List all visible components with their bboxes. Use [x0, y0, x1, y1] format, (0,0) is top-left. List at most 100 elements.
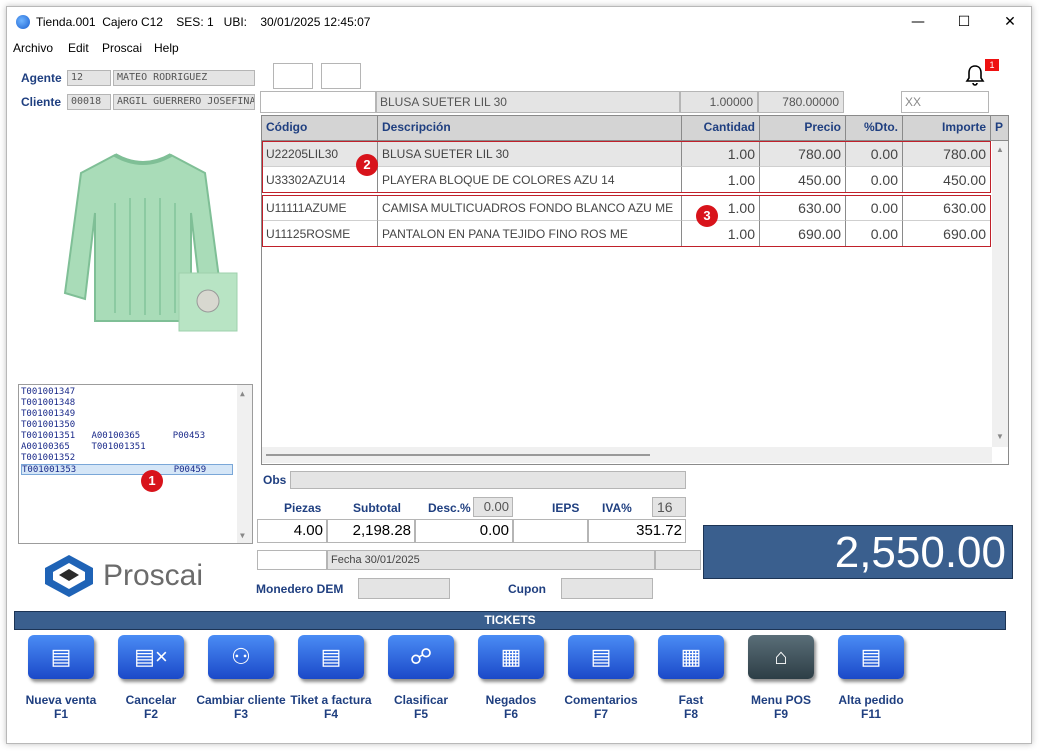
ieps-label: IEPS — [552, 501, 580, 515]
annotation-badge-2: 2 — [356, 154, 378, 176]
hscroll-thumb[interactable] — [266, 454, 650, 456]
comentarios-button[interactable]: ▤ Comentarios F7 — [558, 633, 644, 725]
fast-icon: ▦ — [658, 635, 724, 679]
list-item[interactable]: T001001348 — [21, 398, 75, 409]
monedero-label: Monedero DEM — [256, 582, 344, 596]
menu-bar: Archivo Edit Proscai Help — [7, 37, 1031, 57]
listbox-scrollbar[interactable]: ▲ ▼ — [237, 385, 252, 543]
annotation-outline-3 — [262, 195, 991, 247]
grid-icon: ▦ — [478, 635, 544, 679]
piezas-label: Piezas — [284, 501, 322, 515]
menu-proscai[interactable]: Proscai — [102, 41, 142, 55]
classify-icon: ☍ — [388, 635, 454, 679]
minimize-button[interactable]: — — [895, 7, 941, 37]
list-item[interactable]: T001001349 — [21, 409, 75, 420]
annotation-badge-3: 3 — [696, 205, 718, 227]
new-order-icon: ▤ — [838, 635, 904, 679]
list-item[interactable]: T001001351 A00100365 P00453 — [21, 431, 205, 442]
title-bar: Tienda.001 Cajero C12 SES: 1 UBI: 30/01/… — [7, 7, 1031, 37]
scroll-down-icon[interactable]: ▼ — [996, 432, 1004, 441]
subtotal-label: Subtotal — [353, 501, 401, 515]
bell-icon[interactable] — [963, 63, 987, 87]
pos-window: Tienda.001 Cajero C12 SES: 1 UBI: 30/01/… — [6, 6, 1032, 744]
fkey-label: Clasificar — [393, 693, 449, 707]
grid-hscrollbar[interactable] — [262, 447, 992, 463]
entry-quantity[interactable]: 1.00000 — [680, 91, 758, 113]
cancel-icon: ▤× — [118, 635, 184, 679]
scroll-down-icon[interactable]: ▼ — [240, 531, 245, 540]
comments-icon: ▤ — [568, 635, 634, 679]
desc-pct-field[interactable]: 0.00 — [473, 497, 513, 517]
alta-pedido-button[interactable]: ▤ Alta pedido F11 — [828, 633, 914, 725]
fkey-key: F9 — [773, 707, 788, 721]
fkey-key: F2 — [143, 707, 158, 721]
negados-button[interactable]: ▦ Negados F6 — [468, 633, 554, 725]
cupon-field[interactable] — [561, 578, 653, 599]
scroll-up-icon[interactable]: ▲ — [240, 389, 245, 398]
fast-button[interactable]: ▦ Fast F8 — [648, 633, 734, 725]
fkey-label: Nueva venta — [25, 693, 97, 707]
cliente-code-field[interactable]: 00018 — [67, 94, 111, 110]
cambiar-cliente-button[interactable]: ⚇ Cambiar cliente F3 — [196, 633, 286, 725]
fkey-label: Tiket a factura — [290, 693, 372, 707]
notification-badge: 1 — [985, 59, 999, 71]
subtotal-value: 2,198.28 — [327, 519, 415, 543]
fecha-extra — [655, 550, 701, 570]
window-title: Tienda.001 Cajero C12 SES: 1 UBI: 30/01/… — [36, 15, 371, 29]
desc-value: 0.00 — [415, 519, 513, 543]
cliente-name-field[interactable]: ARGIL GUERRERO JOSEFINA — [113, 94, 255, 110]
col-descripcion[interactable]: Descripción — [378, 116, 682, 140]
monedero-field[interactable] — [358, 578, 450, 599]
fkey-key: F6 — [503, 707, 518, 721]
list-item-selected[interactable]: T001001353 P00459 — [21, 464, 233, 475]
piezas-value: 4.00 — [257, 519, 327, 543]
fkey-key: F8 — [683, 707, 698, 721]
list-item[interactable]: T001001352 — [21, 453, 75, 464]
col-importe[interactable]: Importe — [903, 116, 991, 140]
col-p[interactable]: P — [991, 116, 1009, 140]
fkey-label: Cambiar cliente — [196, 693, 286, 707]
logo-text: Proscai — [103, 559, 204, 592]
iva-pct-field[interactable]: 16 — [652, 497, 686, 517]
top-box-2[interactable] — [321, 63, 361, 89]
list-item[interactable]: T001001350 — [21, 420, 75, 431]
nueva-venta-button[interactable]: ▤ Nueva venta F1 — [18, 633, 104, 725]
col-dto[interactable]: %Dto. — [846, 116, 903, 140]
cliente-label: Cliente — [21, 95, 62, 109]
menu-help[interactable]: Help — [154, 41, 179, 55]
clasificar-button[interactable]: ☍ Clasificar F5 — [378, 633, 464, 725]
annotation-badge-1: 1 — [141, 470, 163, 492]
fkey-key: F4 — [323, 707, 338, 721]
tiket-a-factura-button[interactable]: ▤ Tiket a factura F4 — [288, 633, 374, 725]
entry-code-input[interactable] — [260, 91, 376, 113]
col-cantidad[interactable]: Cantidad — [682, 116, 760, 140]
grid-scrollbar[interactable]: ▲ ▼ — [992, 141, 1008, 447]
col-codigo[interactable]: Código — [262, 116, 378, 140]
close-button[interactable]: ✕ — [987, 7, 1033, 37]
tickets-bar: TICKETS — [14, 611, 1006, 630]
cancelar-button[interactable]: ▤× Cancelar F2 — [108, 633, 194, 725]
fkey-key: F1 — [53, 707, 68, 721]
menu-edit[interactable]: Edit — [68, 41, 89, 55]
entry-code-xx[interactable]: XX — [901, 91, 989, 113]
agente-name-field[interactable]: MATEO RODRIGUEZ — [113, 70, 255, 86]
agente-code-field[interactable]: 12 — [67, 70, 111, 86]
entry-price[interactable]: 780.00000 — [758, 91, 844, 113]
col-precio[interactable]: Precio — [760, 116, 846, 140]
tickets-listbox[interactable]: T001001347 T001001348 T001001349 T001001… — [18, 384, 253, 544]
list-item[interactable]: T001001347 — [21, 387, 75, 398]
menu-archivo[interactable]: Archivo — [13, 41, 53, 55]
home-icon: ⌂ — [748, 635, 814, 679]
maximize-button[interactable]: ☐ — [941, 7, 987, 37]
scroll-up-icon[interactable]: ▲ — [996, 145, 1004, 154]
desc-label: Desc.% — [428, 501, 471, 515]
obs-label: Obs — [263, 473, 287, 487]
fecha-field: Fecha 30/01/2025 — [327, 550, 655, 570]
list-item[interactable]: A00100365 T001001351 — [21, 442, 146, 453]
fkey-key: F5 — [413, 707, 428, 721]
top-box-1[interactable] — [273, 63, 313, 89]
fkey-label: Fast — [678, 693, 704, 707]
fkey-label: Comentarios — [564, 693, 638, 707]
menu-pos-button[interactable]: ⌂ Menu POS F9 — [738, 633, 824, 725]
obs-field[interactable] — [290, 471, 686, 489]
